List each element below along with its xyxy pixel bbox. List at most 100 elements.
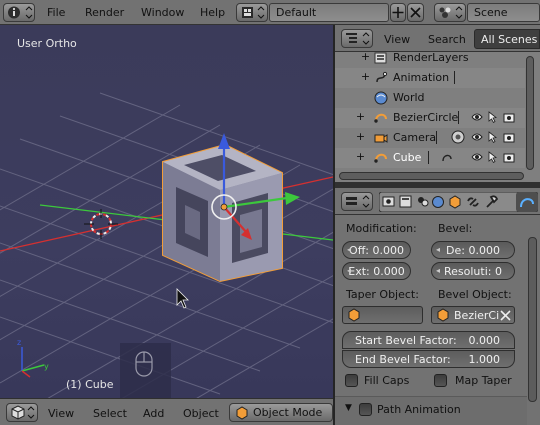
eye-icon[interactable] [471,151,483,163]
layout-name-field[interactable]: Default [269,3,389,22]
extrude-field[interactable]: ◂ Ext: 0.000 [342,262,411,280]
end-bevel-label: End Bevel Factor: [355,353,451,366]
map-taper-label: Map Taper [455,374,512,387]
expand-icon[interactable]: + [360,51,371,63]
taper-object-field[interactable] [342,306,423,324]
bevel-object-field[interactable]: BezierCi [431,306,515,324]
eye-icon[interactable] [471,111,483,123]
separator [428,151,429,164]
remove-layout-button[interactable] [407,3,424,22]
add-layout-button[interactable] [390,3,406,22]
close-icon [410,7,421,18]
decrement-arrow-icon[interactable]: ◂ [347,245,351,254]
bevel-label: Bevel: [438,222,473,235]
info-icon [8,6,33,19]
camera-render-icon[interactable] [503,131,515,143]
outliner-row-camera[interactable]: + Camera [335,128,525,148]
path-animation-panel-header[interactable]: ▼ Path Animation [335,397,527,425]
camera-data-icon [451,130,465,144]
editor-type-button-properties[interactable] [341,192,373,211]
camera-render-icon[interactable] [503,151,515,163]
render-layers-icon [374,52,387,64]
scene-icon [439,6,463,19]
menu-render[interactable]: Render [85,6,124,19]
render-layers-tab-icon [399,195,412,208]
map-taper-checkbox[interactable] [434,374,447,387]
cursor-select-icon[interactable] [487,151,499,163]
mouse-overlay [120,343,171,398]
expand-icon[interactable]: + [355,151,366,163]
properties-scrollbar[interactable] [528,237,537,402]
collapse-arrow-icon[interactable]: ▼ [345,403,352,413]
outliner-row-animation[interactable]: + Animation [335,68,525,88]
menu-window[interactable]: Window [141,6,184,19]
layout-browse-button[interactable] [236,3,268,22]
menu-help[interactable]: Help [200,6,225,19]
outliner-item-label: World [393,91,425,104]
outliner-row-world[interactable]: World [335,88,525,108]
path-animation-label: Path Animation [377,403,461,416]
object-icon [437,308,449,322]
start-bevel-value: 0.000 [468,334,501,347]
clear-icon[interactable] [499,309,512,322]
path-animation-checkbox[interactable] [359,403,372,416]
svg-text:y: y [44,362,49,371]
scene-name-field[interactable]: Scene [467,3,540,22]
extrude-value: Ext: 0.000 [348,265,405,278]
editor-type-button[interactable] [3,3,35,22]
outliner-item-label: Animation [393,71,450,84]
modification-label: Modification: [346,222,417,235]
decrement-arrow-icon[interactable]: ◂ [436,245,440,254]
bevel-object-value: BezierCi [454,309,500,322]
outliner-horizontal-scrollbar[interactable] [339,172,524,180]
resolution-value: Resoluti: 0 [444,265,502,278]
mode-selector[interactable]: Object Mode [229,403,333,422]
decrement-arrow-icon[interactable]: ◂ [347,266,351,275]
expand-icon[interactable]: + [360,71,371,83]
decrement-arrow-icon[interactable]: ◂ [436,266,440,275]
outliner-item-label: BezierCircle [393,111,459,124]
scene-browse-button[interactable] [434,3,466,22]
plus-icon [392,7,404,18]
depth-field[interactable]: ◂ De: 0.000 [431,241,515,259]
outliner-menu-search[interactable]: Search [428,33,466,46]
camera-render-icon[interactable] [503,111,515,123]
taper-object-label: Taper Object: [346,288,419,301]
outliner-menu-view[interactable]: View [384,33,410,46]
separator [436,131,437,144]
outliner-row-beziercircle[interactable]: + BezierCircle [335,108,525,128]
end-bevel-factor-field[interactable]: End Bevel Factor: 1.000 [342,350,515,368]
object-mode-icon [236,406,248,420]
outliner-icon [346,32,370,45]
menu-view[interactable]: View [48,407,74,420]
start-bevel-factor-field[interactable]: Start Bevel Factor: 0.000 [342,331,515,349]
cube-object [162,143,283,283]
separator [458,111,459,124]
resolution-field[interactable]: ◂ Resoluti: 0 [431,262,515,280]
menu-select[interactable]: Select [93,407,127,420]
eye-icon[interactable] [471,131,483,143]
outliner-item-label: Camera [393,131,437,144]
properties-icon [346,195,370,208]
3d-viewport[interactable]: z y User Ortho (1) Cube [0,25,333,398]
offset-field[interactable]: ◂ Off: 0.000 [342,241,411,259]
fill-caps-checkbox[interactable] [345,374,358,387]
menu-add[interactable]: Add [143,407,164,420]
view-name-label: User Ortho [17,37,77,50]
editor-type-button-outliner[interactable] [341,29,373,48]
menu-file[interactable]: File [47,6,65,19]
cursor-select-icon[interactable] [487,131,499,143]
curve-object-icon [374,153,387,163]
properties-panel: Modification: Bevel: ◂ Off: 0.000 ◂ De: … [335,215,540,425]
expand-icon[interactable]: + [355,131,366,143]
outliner-vertical-scrollbar[interactable] [526,56,534,170]
expand-icon[interactable]: + [355,111,366,123]
curve-data-icon [442,154,452,162]
outliner-display-mode[interactable]: All Scenes [474,29,540,49]
layout-grid-icon [242,6,265,19]
editor-type-button-3d[interactable] [6,403,38,422]
outliner-row-cube[interactable]: + Cube [335,148,525,168]
cursor-select-icon[interactable] [487,111,499,123]
menu-object[interactable]: Object [183,407,219,420]
outliner-row-renderlayers[interactable]: + RenderLayers [335,48,525,68]
